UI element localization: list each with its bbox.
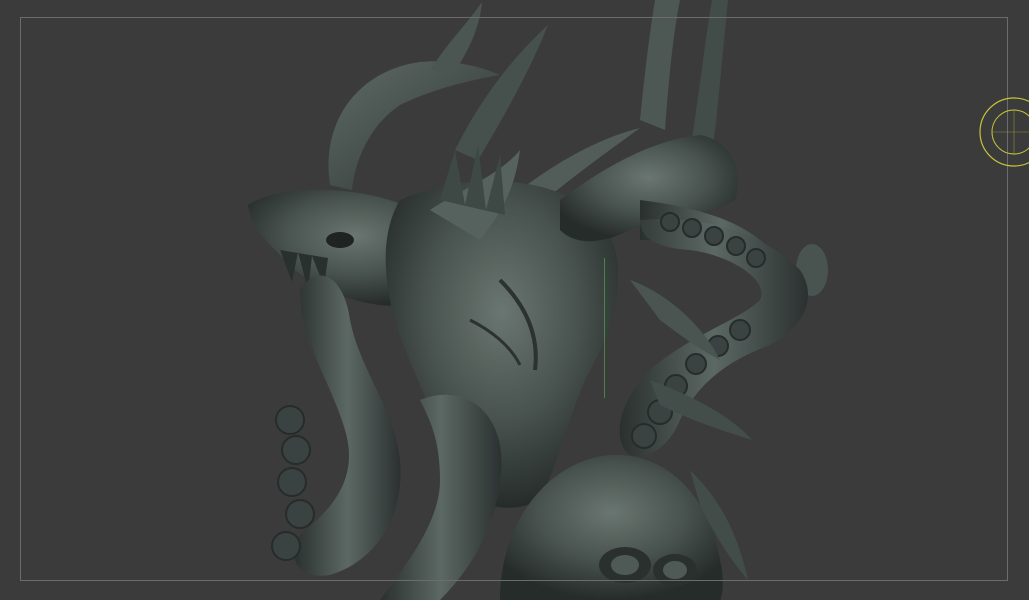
y-axis-line xyxy=(604,258,605,398)
sculpt-viewport[interactable] xyxy=(0,0,1029,600)
left-tentacle xyxy=(271,275,401,576)
sculpted-creature-model[interactable] xyxy=(0,0,1029,600)
navigation-gizmo-icon[interactable] xyxy=(978,96,1029,168)
lower-tentacle xyxy=(380,394,502,600)
gizmo-rings xyxy=(979,97,1029,167)
